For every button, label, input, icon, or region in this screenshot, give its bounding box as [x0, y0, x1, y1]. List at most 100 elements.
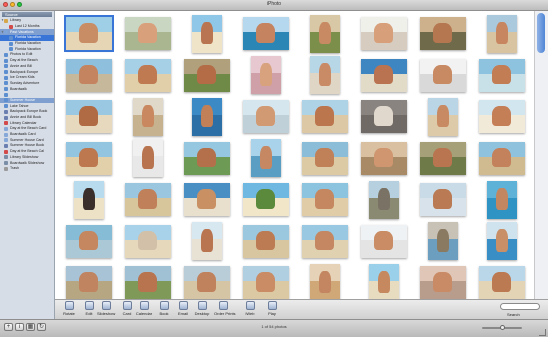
photo-thumbnail[interactable] — [419, 266, 466, 299]
photo-thumbnail[interactable] — [242, 224, 289, 258]
source-item[interactable]: Trash — [0, 166, 54, 172]
photo-thumbnail[interactable] — [183, 141, 230, 175]
photo-thumbnail[interactable] — [427, 222, 458, 261]
photo-thumbnail[interactable] — [309, 14, 340, 53]
photo-thumbnail[interactable] — [65, 224, 112, 258]
photo-subject — [79, 23, 98, 43]
toolbar-label: Calendar — [135, 311, 153, 316]
photo-thumbnail[interactable] — [419, 17, 466, 51]
photo-thumbnail[interactable] — [368, 180, 399, 219]
photo-thumbnail[interactable] — [242, 17, 289, 51]
card-icon — [122, 301, 132, 310]
photo-subject — [79, 147, 98, 168]
toolbar-calendar-button[interactable]: Calendar — [135, 301, 153, 316]
toolbar-slideshow-button[interactable]: Slideshow — [97, 301, 115, 316]
photo-thumbnail[interactable] — [124, 58, 171, 92]
photo-thumbnail[interactable] — [419, 183, 466, 217]
photo-thumbnail[interactable] — [124, 17, 171, 51]
album-icon — [4, 64, 8, 69]
photo-thumbnail[interactable] — [478, 100, 525, 134]
photo-subject — [256, 272, 275, 292]
photo-thumbnail[interactable] — [191, 222, 222, 261]
photo-thumbnail[interactable] — [65, 141, 112, 175]
calendar-icon — [4, 121, 8, 126]
toolbar-play-button[interactable]: Play — [263, 301, 281, 316]
photo-thumbnail[interactable] — [242, 266, 289, 299]
toolbar-iweb-button[interactable]: iWeb — [241, 301, 259, 316]
photo-thumbnail[interactable] — [478, 141, 525, 175]
toolbar-rotate-button[interactable]: Rotate — [60, 301, 78, 316]
book-icon — [4, 115, 8, 120]
photo-thumbnail[interactable] — [73, 180, 104, 219]
source-list[interactable]: Source ▼ Library Last 12 Months ▼ Past Vacat… — [0, 11, 55, 319]
photo-thumbnail[interactable] — [132, 97, 163, 136]
photo-thumbnail[interactable] — [360, 224, 407, 258]
album-icon — [4, 58, 8, 63]
photo-subject — [197, 147, 216, 168]
photo-subject — [200, 229, 213, 252]
source-item-label: Past Vacations — [10, 29, 34, 34]
photo-subject — [315, 189, 334, 209]
photo-thumbnail[interactable] — [419, 58, 466, 92]
toolbar-card-button[interactable]: Card — [118, 301, 136, 316]
photo-thumbnail[interactable] — [132, 139, 163, 178]
photo-subject — [315, 106, 334, 126]
photo-thumbnail[interactable] — [301, 141, 348, 175]
photo-thumbnail[interactable] — [309, 56, 340, 95]
photo-thumbnail[interactable] — [183, 266, 230, 299]
source-item-label: Day at the Beach Cal — [10, 149, 44, 154]
toolbar-edit-button[interactable]: Edit — [80, 301, 98, 316]
photo-thumbnail[interactable] — [65, 58, 112, 92]
vertical-scrollbar[interactable] — [534, 11, 548, 299]
scrollbar-thumb[interactable] — [537, 13, 545, 53]
source-item-label: Ice Cream Kids — [10, 75, 35, 80]
photo-thumbnail[interactable] — [183, 58, 230, 92]
photo-thumbnail[interactable] — [301, 100, 348, 134]
photo-thumbnail[interactable] — [191, 14, 222, 53]
toolbar-order-prints-button[interactable]: Order Prints — [214, 301, 236, 316]
photo-thumbnail[interactable] — [65, 100, 112, 134]
photo-thumbnail[interactable] — [301, 183, 348, 217]
photo-thumbnail[interactable] — [250, 56, 281, 95]
photo-thumbnail[interactable] — [486, 14, 517, 53]
resize-grip[interactable] — [539, 329, 546, 336]
photo-thumbnail[interactable] — [419, 141, 466, 175]
toolbar-label: Order Prints — [214, 311, 236, 316]
search-input[interactable] — [500, 303, 540, 310]
photo-thumbnail[interactable] — [242, 183, 289, 217]
photo-thumbnail[interactable] — [478, 266, 525, 299]
photo-thumbnail[interactable] — [360, 141, 407, 175]
toolbar-book-button[interactable]: Book — [155, 301, 173, 316]
toolbar-email-button[interactable]: Email — [174, 301, 192, 316]
photo-subject — [318, 21, 331, 45]
photo-thumbnail[interactable] — [309, 263, 340, 299]
photo-thumbnail[interactable] — [242, 100, 289, 134]
photo-thumbnail[interactable] — [360, 100, 407, 134]
source-item-label: Summer House — [10, 97, 35, 102]
title-bar[interactable]: iPhoto — [0, 0, 548, 11]
photo-thumbnail[interactable] — [183, 183, 230, 217]
zoom-slider[interactable] — [482, 325, 522, 330]
photo-thumbnail[interactable] — [368, 263, 399, 299]
photo-thumbnail[interactable] — [124, 266, 171, 299]
photo-thumbnail[interactable] — [250, 139, 281, 178]
zoom-slider-knob[interactable] — [499, 325, 505, 330]
album-icon — [4, 98, 8, 103]
photo-thumbnail[interactable] — [486, 180, 517, 219]
photo-subject — [374, 147, 393, 168]
photo-thumbnail[interactable] — [478, 58, 525, 92]
photo-subject — [197, 64, 216, 85]
photo-thumbnail[interactable] — [63, 15, 114, 53]
photo-thumbnail[interactable] — [360, 58, 407, 92]
photo-thumbnail[interactable] — [301, 224, 348, 258]
photo-thumbnail[interactable] — [360, 17, 407, 51]
toolbar-desktop-button[interactable]: Desktop — [193, 301, 211, 316]
photo-thumbnail[interactable] — [124, 183, 171, 217]
photo-thumbnail[interactable] — [124, 224, 171, 258]
photo-thumbnail[interactable] — [486, 222, 517, 261]
photo-viewer[interactable] — [55, 11, 548, 299]
photo-thumbnail[interactable] — [427, 97, 458, 136]
photo-thumbnail[interactable] — [65, 266, 112, 299]
photo-thumbnail[interactable] — [191, 97, 222, 136]
photo-subject — [318, 270, 331, 294]
